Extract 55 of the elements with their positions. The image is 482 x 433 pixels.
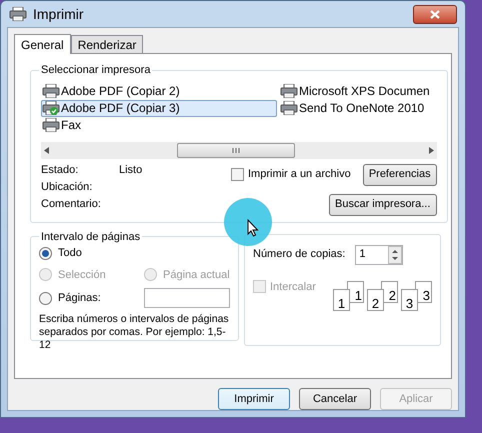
- printer-name: Adobe PDF (Copiar 2): [61, 83, 180, 100]
- printer-item[interactable]: Adobe PDF (Copiar 2): [41, 82, 277, 100]
- printer-icon: [280, 84, 298, 98]
- pointer-icon: [247, 219, 259, 237]
- hint-text: Escriba números o intervalos de páginas separados por comas. Por ejemplo: 1,5-12: [39, 313, 230, 352]
- dialog-button[interactable]: Cancelar: [299, 388, 371, 410]
- dialog-button[interactable]: Preferencias: [362, 164, 437, 186]
- scroll-left-icon: [44, 146, 49, 154]
- dialog-button[interactable]: Buscar impresora...: [328, 194, 437, 216]
- window-title: Imprimir: [33, 4, 84, 24]
- radio-button[interactable]: [39, 292, 52, 304]
- close-icon: [430, 10, 440, 18]
- tab[interactable]: Renderizar: [70, 35, 144, 53]
- scrollbar-thumb[interactable]: [177, 142, 295, 158]
- tab[interactable]: General: [14, 34, 71, 54]
- printer-name: Adobe PDF (Copiar 3): [61, 100, 180, 117]
- detail-label: Estado:: [41, 163, 80, 178]
- copies-spinner-field[interactable]: 1: [355, 244, 404, 264]
- default-printer-icon: [42, 101, 60, 115]
- close-button[interactable]: [413, 4, 457, 24]
- printer-icon: [280, 101, 298, 115]
- printer-name: Microsoft XPS Documen: [299, 83, 430, 100]
- printer-icon: [9, 7, 27, 21]
- grip-icon: [232, 148, 240, 152]
- radio-label: Páginas:: [58, 290, 101, 306]
- dialog-button[interactable]: Imprimir: [218, 388, 290, 410]
- radio-label: Página actual: [163, 268, 230, 282]
- printer-name: Send To OneNote 2010: [299, 100, 424, 117]
- collate-pages-drawing: 3 3: [401, 280, 432, 310]
- radio-label: Selección: [58, 268, 106, 282]
- printer-item[interactable]: Adobe PDF (Copiar 3): [41, 100, 277, 116]
- radio-button[interactable]: [39, 246, 52, 260]
- checkbox-label: Imprimir a un archivo: [248, 167, 351, 182]
- checkbox[interactable]: [231, 168, 244, 181]
- collate-pages-drawing: 1 1: [333, 280, 364, 310]
- detail-label: Ubicación:: [41, 180, 94, 196]
- copies-value: 1: [359, 247, 366, 262]
- group-title: Intervalo de páginas: [40, 230, 142, 244]
- printer-item[interactable]: Fax: [41, 116, 277, 134]
- pages-input-field[interactable]: [144, 288, 230, 308]
- checkbox-label: Intercalar: [270, 280, 316, 294]
- printer-icon: [42, 84, 60, 98]
- printer-icon: [42, 118, 60, 132]
- group-title: Seleccionar impresora: [40, 63, 152, 78]
- spinner-arrows-icon[interactable]: [388, 246, 402, 264]
- radio-label: Todo: [58, 246, 82, 261]
- horizontal-scrollbar[interactable]: [41, 142, 437, 158]
- printer-item[interactable]: Send To OneNote 2010: [279, 100, 437, 116]
- copies-label: Número de copias:: [253, 247, 346, 262]
- printer-name: Fax: [61, 117, 82, 134]
- scroll-right-icon: [428, 146, 434, 154]
- detail-value: Listo: [119, 163, 142, 178]
- printer-item[interactable]: Microsoft XPS Documen: [279, 82, 437, 100]
- detail-label: Comentario:: [41, 197, 102, 212]
- collate-pages-drawing: 2 2: [367, 280, 398, 310]
